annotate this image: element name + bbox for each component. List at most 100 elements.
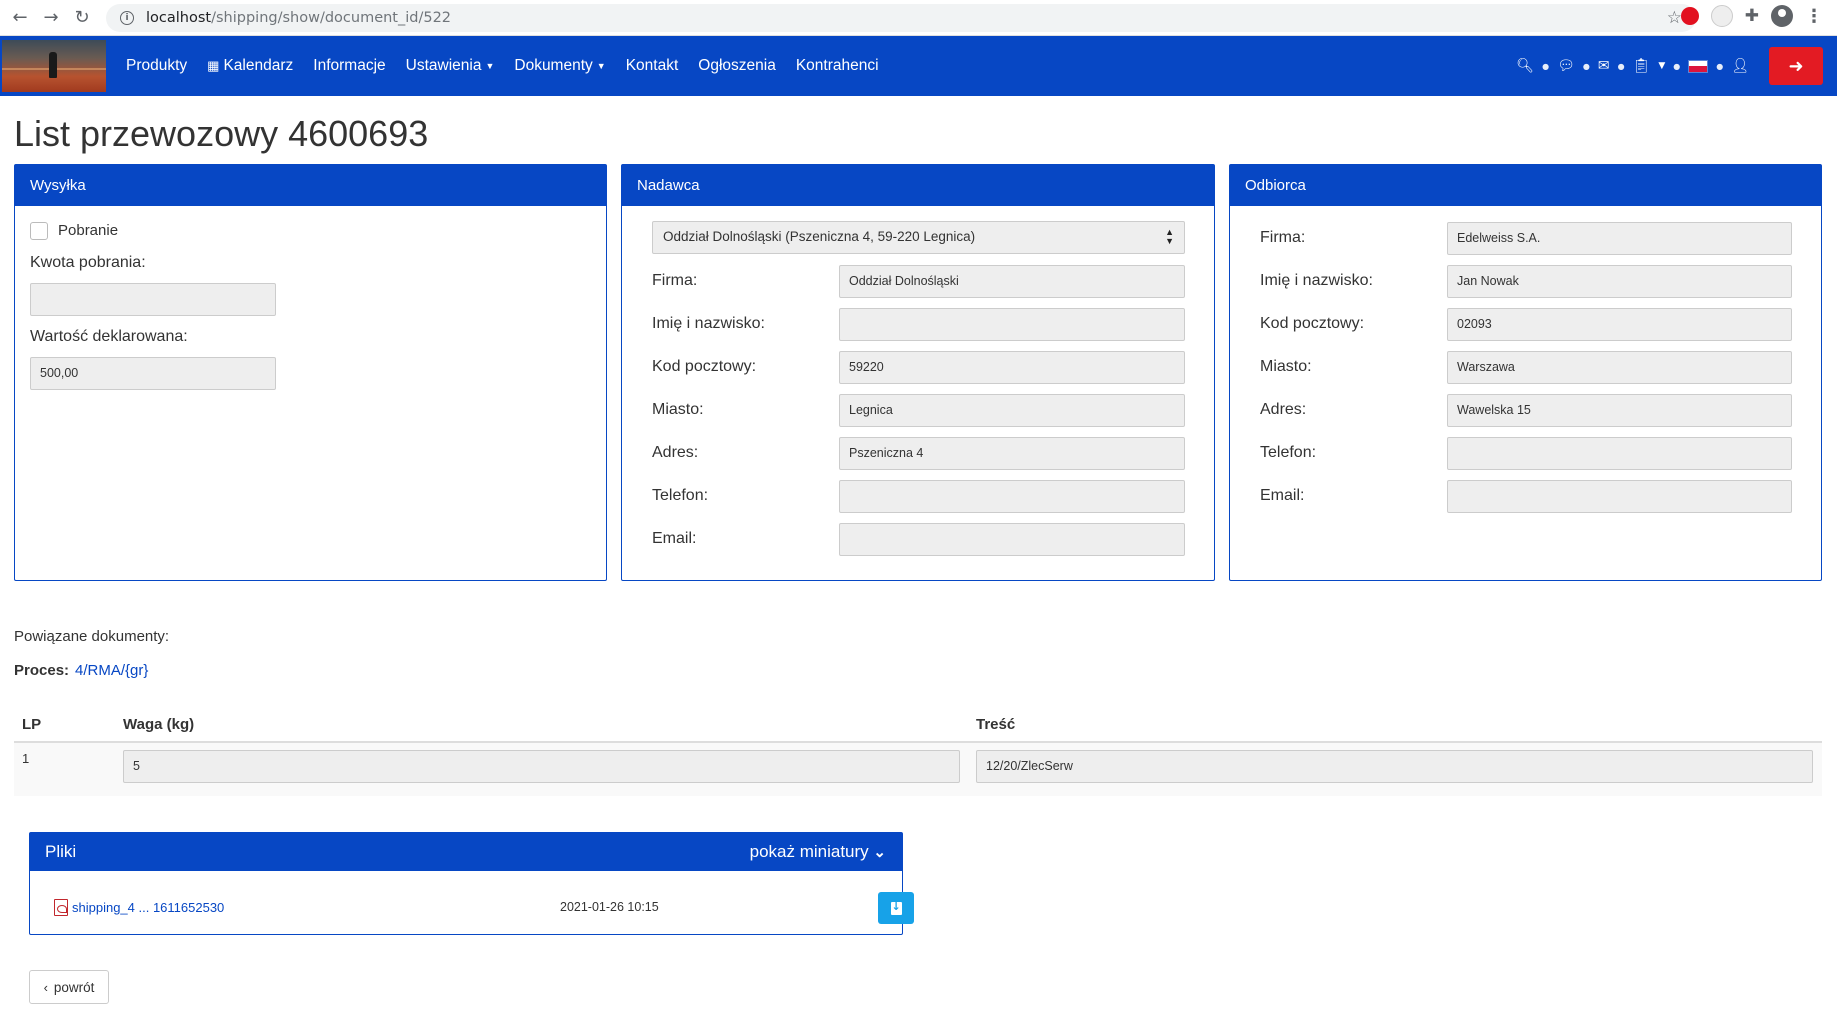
nadawca-select[interactable]: Oddział Dolnośląski (Pszeniczna 4, 59-22… [652,221,1185,254]
field-label: Imię i nazwisko: [1260,272,1373,289]
field-label: Firma: [1260,229,1306,246]
odbiorca-firma-input[interactable]: Edelweiss S.A. [1447,222,1792,255]
back-button[interactable]: ‹ powrót [29,970,109,1004]
nav-item-kalendarz[interactable]: ▦ Kalendarz [207,57,293,75]
back-arrow-icon[interactable]: ← [9,7,31,29]
waga-input[interactable]: 5 [123,750,960,783]
column-header-waga: Waga (kg) [123,716,195,733]
nav-item-label: Dokumenty [514,57,593,74]
field-label: Adres: [1260,401,1307,418]
user-icon[interactable]: 👤︎ [1731,58,1749,74]
reload-icon[interactable]: ↻ [71,7,93,29]
proces-label: Proces: [14,662,70,679]
nav-item-produkty[interactable]: Produkty [126,57,187,75]
nadawca-adres-input[interactable]: Pszeniczna 4 [839,437,1185,470]
nav-item-dokumenty[interactable]: Dokumenty ▼ [514,57,605,75]
main-navbar: Produkty ▦ Kalendarz Informacje Ustawieni… [0,36,1837,96]
odbiorca-imie-input[interactable]: Jan Nowak [1447,265,1792,298]
info-icon[interactable]: i [120,11,134,25]
panel-title: Wysyłka [15,165,606,206]
proces-link[interactable]: 4/RMA/{gr} [75,662,148,679]
odbiorca-adres-input[interactable]: Wawelska 15 [1447,394,1792,427]
download-button[interactable] [878,892,914,924]
nav-item-label: Ustawienia [405,57,482,74]
row-lp: 1 [22,751,30,766]
field-label: Miasto: [652,401,704,418]
nav-item-kontrahenci[interactable]: Kontrahenci [796,57,879,75]
nav-item-informacje[interactable]: Informacje [313,57,385,75]
menu-dots-icon[interactable]: ⋮ [1805,6,1823,27]
chevron-down-icon: ⌄ [873,844,886,861]
nav-item-ustawienia[interactable]: Ustawienia ▼ [406,57,495,75]
nav-item-label: Informacje [313,57,386,74]
nav-right-tools: 🔍︎ ● 💬︎ ● ✉ ● 📋︎ ▼ ● ● 👤︎ [1516,58,1749,74]
envelope-icon[interactable]: ✉ [1598,58,1610,74]
chat-icon[interactable]: 💬︎ [1557,58,1575,74]
forward-arrow-icon[interactable]: → [40,7,62,29]
caret-down-icon[interactable]: ▼ [1658,61,1665,71]
nav-item-label: Ogłoszenia [698,57,776,74]
nav-item-label: Kontakt [625,57,679,74]
pobranie-label: Pobranie [58,222,119,239]
nadawca-telefon-input[interactable] [839,480,1185,513]
nadawca-miasto-input[interactable]: Legnica [839,394,1185,427]
pobranie-checkbox[interactable] [30,222,48,240]
files-panel: Pliki pokaż miniatury ⌄ shipping_4 ... 1… [29,832,914,935]
file-date: 2021-01-26 10:15 [560,900,659,914]
wartosc-deklarowana-input[interactable]: 500,00 [30,357,276,390]
nadawca-firma-input[interactable]: Oddział Dolnośląski [839,265,1185,298]
url-path: /shipping/show/document_id/522 [211,10,452,26]
puzzle-icon[interactable]: ✚ [1745,6,1759,26]
caret-down-icon: ▼ [596,61,606,71]
nadawca-email-input[interactable] [839,523,1185,556]
download-icon [890,900,902,915]
toggle-label: pokaż miniatury [749,842,869,861]
odbiorca-telefon-input[interactable] [1447,437,1792,470]
show-thumbnails-toggle[interactable]: pokaż miniatury ⌄ [750,842,886,862]
wartosc-label: Wartość deklarowana: [30,328,188,345]
field-label: Email: [1260,487,1305,504]
file-link[interactable]: shipping_4 ... 1611652530 [72,900,224,915]
field-label: Telefon: [1260,444,1317,461]
table-header: LP Waga (kg) Treść [14,706,1822,743]
nav-item-ogloszenia[interactable]: Ogłoszenia [698,57,776,75]
field-label: Kod pocztowy: [652,358,757,375]
extension-icon[interactable] [1710,5,1733,27]
caret-down-icon: ▼ [485,61,495,71]
address-bar[interactable]: i localhost/shipping/show/document_id/52… [106,4,1696,32]
polish-flag-icon[interactable] [1688,59,1709,73]
files-panel-header: Pliki pokaż miniatury ⌄ [30,833,902,871]
kwota-label: Kwota pobrania: [30,254,146,271]
page-title: List przewozowy 4600693 [14,113,429,154]
nadawca-imie-input[interactable] [839,308,1185,341]
nadawca-panel: Nadawca Oddział Dolnośląski (Pszeniczna … [621,164,1215,581]
kwota-pobrania-input[interactable] [30,283,276,316]
files-title: Pliki [45,842,77,861]
opera-extension-icon[interactable] [1680,7,1699,25]
nav-item-label: Kalendarz [223,57,294,74]
odbiorca-email-input[interactable] [1447,480,1792,513]
chevron-left-icon: ‹ [43,979,48,995]
related-documents-label: Powiązane dokumenty: [14,628,170,645]
field-label: Adres: [652,444,699,461]
odbiorca-kod-input[interactable]: 02093 [1447,308,1792,341]
url-host: localhost [146,10,212,26]
nav-item-label: Produkty [126,57,188,74]
odbiorca-miasto-input[interactable]: Warszawa [1447,351,1792,384]
column-header-lp: LP [22,716,42,733]
panel-title: Nadawca [622,165,1214,206]
nadawca-kod-input[interactable]: 59220 [839,351,1185,384]
profile-avatar-icon[interactable] [1771,5,1793,27]
tresc-input[interactable]: 12/20/ZlecSerw [976,750,1813,783]
search-icon[interactable]: 🔍︎ [1516,58,1534,74]
nav-item-kontakt[interactable]: Kontakt [626,57,679,75]
bookmark-star-icon[interactable]: ☆ [1667,8,1682,28]
items-table: LP Waga (kg) Treść 1 5 12/20/ZlecSerw [14,706,1822,796]
logo[interactable] [2,40,106,92]
logout-button[interactable]: ➜ [1769,47,1823,85]
select-arrows-icon: ▲ ▼ [1165,227,1174,246]
table-row: 1 5 12/20/ZlecSerw [14,743,1822,796]
field-label: Telefon: [652,487,709,504]
file-row: shipping_4 ... 1611652530 2021-01-26 10:… [54,891,914,925]
clipboard-icon[interactable]: 📋︎ [1633,58,1651,74]
